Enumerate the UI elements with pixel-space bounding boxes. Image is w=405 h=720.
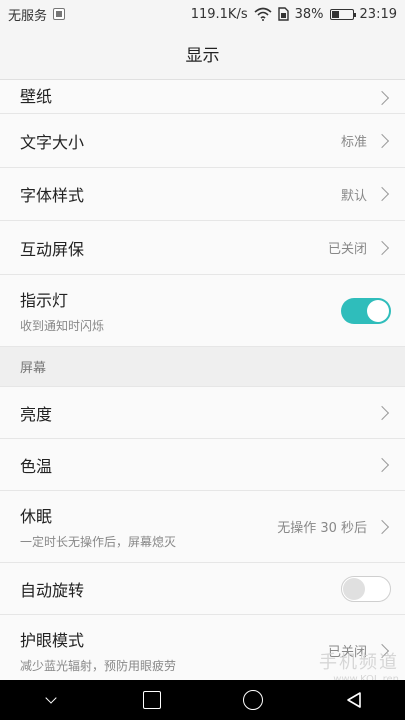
brightness-right <box>374 405 391 420</box>
navigation-bar <box>0 680 405 720</box>
eye-care-subtitle: 减少蓝光辐射，预防用眼疲劳 <box>20 659 177 673</box>
sleep-subtitle: 一定时长无操作后，屏幕熄灭 <box>20 535 177 549</box>
notification-image-icon <box>53 8 66 20</box>
auto-rotate-toggle[interactable] <box>341 575 391 602</box>
status-bar: 无服务 119.1K/s 38% 23:19 <box>0 0 405 28</box>
network-speed: 119.1K/s <box>190 6 248 22</box>
indicator-light-texts: 指示灯 收到通知时闪烁 <box>20 287 104 334</box>
wallpaper-label: 壁纸 <box>20 87 53 106</box>
settings-list: 壁纸 文字大小 标准 字体样式 默认 互动屏保 已关闭 指示灯 收到通知时闪烁 <box>0 80 405 687</box>
font-style-right: 默认 <box>341 185 391 204</box>
chevron-right-icon <box>374 240 390 255</box>
eye-care-label: 护眼模式 <box>20 631 85 650</box>
chevron-right-icon <box>374 133 390 148</box>
sleep-value: 无操作 30 秒后 <box>277 521 367 536</box>
screensaver-row[interactable]: 互动屏保 已关闭 <box>0 221 405 275</box>
indicator-light-row[interactable]: 指示灯 收到通知时闪烁 <box>0 275 405 347</box>
hide-nav-button[interactable] <box>31 680 71 720</box>
indicator-light-subtitle: 收到通知时闪烁 <box>20 319 105 333</box>
wallpaper-texts: 壁纸 <box>20 83 52 106</box>
brightness-row[interactable]: 亮度 <box>0 387 405 439</box>
indicator-light-label: 指示灯 <box>20 291 69 310</box>
wallpaper-row[interactable]: 壁纸 <box>0 80 405 114</box>
battery-icon <box>329 8 356 20</box>
brightness-label: 亮度 <box>20 404 53 424</box>
screensaver-value: 已关闭 <box>327 242 367 257</box>
font-size-right: 标准 <box>341 131 391 150</box>
sleep-texts: 休眠 一定时长无操作后，屏幕熄灭 <box>20 503 176 550</box>
section-screen-title: 屏幕 <box>20 361 47 376</box>
screensaver-label: 互动屏保 <box>20 239 85 259</box>
section-header-screen: 屏幕 <box>0 347 405 387</box>
clock: 23:19 <box>359 6 397 22</box>
status-right: 119.1K/s 38% 23:19 <box>191 7 397 22</box>
auto-rotate-label: 自动旋转 <box>20 580 85 600</box>
font-size-value: 标准 <box>340 135 367 150</box>
carrier-text: 无服务 <box>8 8 48 24</box>
back-button[interactable] <box>334 680 374 720</box>
chevron-right-icon <box>374 405 390 420</box>
chevron-down-icon <box>44 692 57 704</box>
sleep-right: 无操作 30 秒后 <box>277 517 391 536</box>
chevron-right-icon <box>374 457 390 472</box>
wifi-icon <box>254 7 272 21</box>
auto-rotate-row[interactable]: 自动旋转 <box>0 563 405 615</box>
font-style-row[interactable]: 字体样式 默认 <box>0 168 405 221</box>
wallpaper-right <box>374 90 391 106</box>
home-button[interactable] <box>233 680 273 720</box>
toggle-knob <box>343 577 365 600</box>
toggle-knob <box>367 299 389 322</box>
eye-care-texts: 护眼模式 减少蓝光辐射，预防用眼疲劳 <box>20 627 176 674</box>
watermark-title: 手机频道 <box>319 652 399 673</box>
chevron-right-icon <box>374 186 390 202</box>
sim-icon <box>277 7 289 21</box>
color-temp-right <box>374 457 391 472</box>
font-size-row[interactable]: 文字大小 标准 <box>0 114 405 168</box>
indicator-light-toggle[interactable] <box>341 297 391 324</box>
color-temp-label: 色温 <box>20 456 53 476</box>
circle-icon <box>243 690 264 710</box>
font-style-label: 字体样式 <box>20 186 85 205</box>
color-temp-row[interactable]: 色温 <box>0 439 405 491</box>
page-title: 显示 <box>0 28 405 80</box>
back-triangle-icon <box>347 692 362 708</box>
chevron-right-icon <box>374 90 390 106</box>
recents-button[interactable] <box>132 680 172 720</box>
status-left: 无服务 <box>8 5 66 24</box>
screensaver-right: 已关闭 <box>328 238 391 257</box>
page-title-text: 显示 <box>185 46 220 66</box>
font-size-label: 文字大小 <box>20 132 85 152</box>
chevron-right-icon <box>374 519 390 534</box>
square-icon <box>142 691 161 709</box>
battery-percent: 38% <box>294 6 324 22</box>
font-style-value: 默认 <box>340 188 367 204</box>
sleep-row[interactable]: 休眠 一定时长无操作后，屏幕熄灭 无操作 30 秒后 <box>0 491 405 563</box>
sleep-label: 休眠 <box>20 507 53 526</box>
